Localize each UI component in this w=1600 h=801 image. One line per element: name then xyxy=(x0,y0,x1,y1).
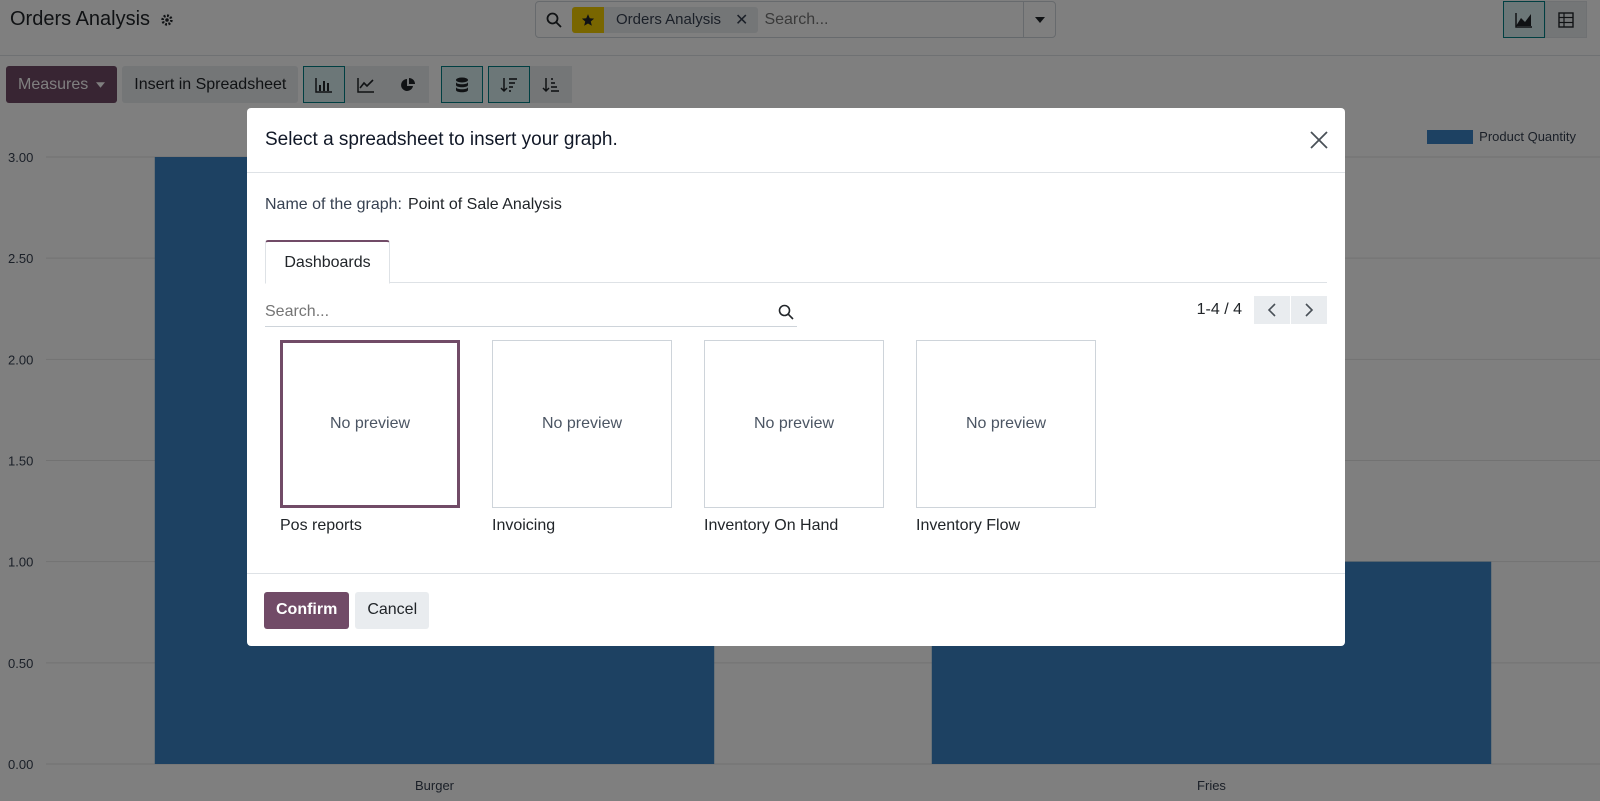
spreadsheet-thumbnail[interactable]: No preview xyxy=(916,340,1096,508)
spreadsheet-thumbnail[interactable]: No preview xyxy=(704,340,884,508)
cancel-button[interactable]: Cancel xyxy=(355,591,430,629)
dialog-tabs: Dashboards xyxy=(265,240,1327,284)
graph-name-row: Name of the graph: Point of Sale Analysi… xyxy=(265,196,562,214)
chevron-left-icon xyxy=(1267,303,1276,317)
spreadsheet-card-inventory-on-hand[interactable]: No preview Inventory On Hand xyxy=(704,340,884,535)
spreadsheet-card-pos-reports[interactable]: No preview Pos reports xyxy=(280,340,460,535)
pager-next-button[interactable] xyxy=(1291,296,1327,324)
chevron-right-icon xyxy=(1305,303,1314,317)
confirm-button[interactable]: Confirm xyxy=(264,591,350,629)
spreadsheet-name: Pos reports xyxy=(280,517,362,534)
search-icon[interactable] xyxy=(775,301,797,323)
spreadsheet-search xyxy=(265,297,797,327)
spreadsheet-thumbnail[interactable]: No preview xyxy=(492,340,672,508)
spreadsheet-card-inventory-flow[interactable]: No preview Inventory Flow xyxy=(916,340,1096,535)
dialog-footer: Confirm Cancel xyxy=(247,573,1345,646)
graph-name-label: Name of the graph: xyxy=(265,196,402,213)
spreadsheet-list: No preview Pos reports No preview Invoic… xyxy=(280,340,1096,535)
pager-value[interactable]: 1-4 / 4 xyxy=(1197,301,1242,319)
spreadsheet-thumbnail[interactable]: No preview xyxy=(280,340,460,508)
spreadsheet-name: Invoicing xyxy=(492,517,556,534)
pager: 1-4 / 4 xyxy=(1197,296,1327,324)
spreadsheet-name: Inventory On Hand xyxy=(704,517,839,534)
pager-previous-button[interactable] xyxy=(1254,296,1290,324)
spreadsheet-search-input[interactable] xyxy=(265,302,775,321)
select-spreadsheet-dialog: Select a spreadsheet to insert your grap… xyxy=(247,108,1345,646)
spreadsheet-name: Inventory Flow xyxy=(916,517,1021,534)
graph-name-value: Point of Sale Analysis xyxy=(407,196,562,213)
spreadsheet-card-invoicing[interactable]: No preview Invoicing xyxy=(492,340,672,535)
close-icon[interactable] xyxy=(1307,128,1331,152)
dialog-title: Select a spreadsheet to insert your grap… xyxy=(265,129,618,150)
dialog-header: Select a spreadsheet to insert your grap… xyxy=(247,108,1345,173)
tab-dashboards[interactable]: Dashboards xyxy=(265,240,390,284)
